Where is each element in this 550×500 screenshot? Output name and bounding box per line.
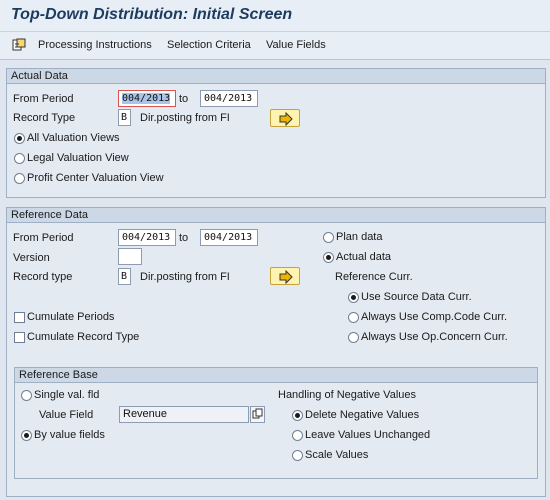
- actual-data-radio[interactable]: [323, 252, 334, 263]
- single-value-field-label: Single val. fld: [34, 389, 100, 401]
- actual-execute-button[interactable]: [270, 109, 300, 127]
- leave-values-unchanged-radio[interactable]: [292, 430, 303, 441]
- value-fields-button[interactable]: Value Fields: [266, 39, 326, 51]
- use-source-data-curr-label: Use Source Data Curr.: [361, 291, 472, 303]
- delete-negative-values-label: Delete Negative Values: [305, 409, 420, 421]
- reference-base-frame-title: Reference Base: [15, 368, 537, 383]
- actual-to-label: to: [179, 93, 189, 105]
- value-field-label: Value Field: [39, 409, 94, 421]
- delete-negative-values-radio[interactable]: [292, 410, 303, 421]
- processing-instructions-button[interactable]: Processing Instructions: [38, 39, 152, 51]
- reference-data-frame-title: Reference Data: [7, 208, 545, 223]
- legal-valuation-view-label: Legal Valuation View: [27, 152, 129, 164]
- reference-from-period-input[interactable]: 004/2013: [118, 229, 176, 246]
- comp-code-curr-radio[interactable]: [348, 312, 359, 323]
- actual-from-period-input[interactable]: 004/2013: [118, 90, 176, 107]
- reference-base-frame: Reference Base Single val. fld Value Fie…: [14, 367, 538, 479]
- negative-values-label: Handling of Negative Values: [278, 389, 416, 401]
- arrow-right-icon: [279, 111, 293, 127]
- cumulate-record-type-checkbox[interactable]: [14, 332, 25, 343]
- leave-values-unchanged-label: Leave Values Unchanged: [305, 429, 431, 441]
- cumulate-periods-label: Cumulate Periods: [27, 311, 115, 323]
- value-help-button[interactable]: [250, 406, 265, 423]
- reference-data-frame: Reference Data From Period 004/2013 to 0…: [6, 207, 546, 497]
- use-source-data-curr-radio[interactable]: [348, 292, 359, 303]
- processing-instructions-icon[interactable]: [12, 38, 26, 52]
- actual-record-type-description: Dir.posting from FI: [140, 112, 230, 124]
- actual-data-label: Actual data: [336, 251, 392, 263]
- profit-center-valuation-view-radio[interactable]: [14, 173, 25, 184]
- version-label: Version: [13, 252, 50, 264]
- actual-data-frame: Actual Data From Period 004/2013 to 004/…: [6, 68, 546, 198]
- by-value-fields-label: By value fields: [34, 429, 105, 441]
- reference-record-type-description: Dir.posting from FI: [140, 271, 230, 283]
- op-concern-curr-radio[interactable]: [348, 332, 359, 343]
- reference-to-label: to: [179, 232, 189, 244]
- reference-execute-button[interactable]: [270, 267, 300, 285]
- selection-criteria-button[interactable]: Selection Criteria: [167, 39, 251, 51]
- arrow-right-icon: [279, 269, 293, 285]
- actual-record-type-input[interactable]: B: [118, 109, 131, 126]
- reference-currency-label: Reference Curr.: [335, 271, 413, 283]
- title-bar: Top-Down Distribution: Initial Screen: [0, 0, 550, 32]
- by-value-fields-radio[interactable]: [21, 430, 32, 441]
- single-value-field-radio[interactable]: [21, 390, 32, 401]
- application-toolbar: Processing Instructions Selection Criter…: [0, 32, 550, 60]
- all-valuation-views-label: All Valuation Views: [27, 132, 120, 144]
- reference-from-period-label: From Period: [13, 232, 74, 244]
- reference-record-type-input[interactable]: B: [118, 268, 131, 285]
- reference-record-type-label: Record type: [13, 271, 73, 283]
- actual-from-period-label: From Period: [13, 93, 74, 105]
- value-field-input[interactable]: Revenue: [119, 406, 249, 423]
- page-title: Top-Down Distribution: Initial Screen: [11, 6, 293, 23]
- cumulate-record-type-label: Cumulate Record Type: [27, 331, 140, 343]
- comp-code-curr-label: Always Use Comp.Code Curr.: [361, 311, 508, 323]
- all-valuation-views-radio[interactable]: [14, 133, 25, 144]
- plan-data-radio[interactable]: [323, 232, 334, 243]
- plan-data-label: Plan data: [336, 231, 383, 243]
- cumulate-periods-checkbox[interactable]: [14, 312, 25, 323]
- op-concern-curr-label: Always Use Op.Concern Curr.: [361, 331, 508, 343]
- actual-data-frame-title: Actual Data: [7, 69, 545, 84]
- scale-values-label: Scale Values: [305, 449, 369, 461]
- reference-to-period-input[interactable]: 004/2013: [200, 229, 258, 246]
- version-input[interactable]: [118, 248, 142, 265]
- actual-record-type-label: Record Type: [13, 112, 76, 124]
- actual-to-period-input[interactable]: 004/2013: [200, 90, 258, 107]
- legal-valuation-view-radio[interactable]: [14, 153, 25, 164]
- scale-values-radio[interactable]: [292, 450, 303, 461]
- profit-center-valuation-view-label: Profit Center Valuation View: [27, 172, 164, 184]
- copy-icon: [252, 408, 263, 419]
